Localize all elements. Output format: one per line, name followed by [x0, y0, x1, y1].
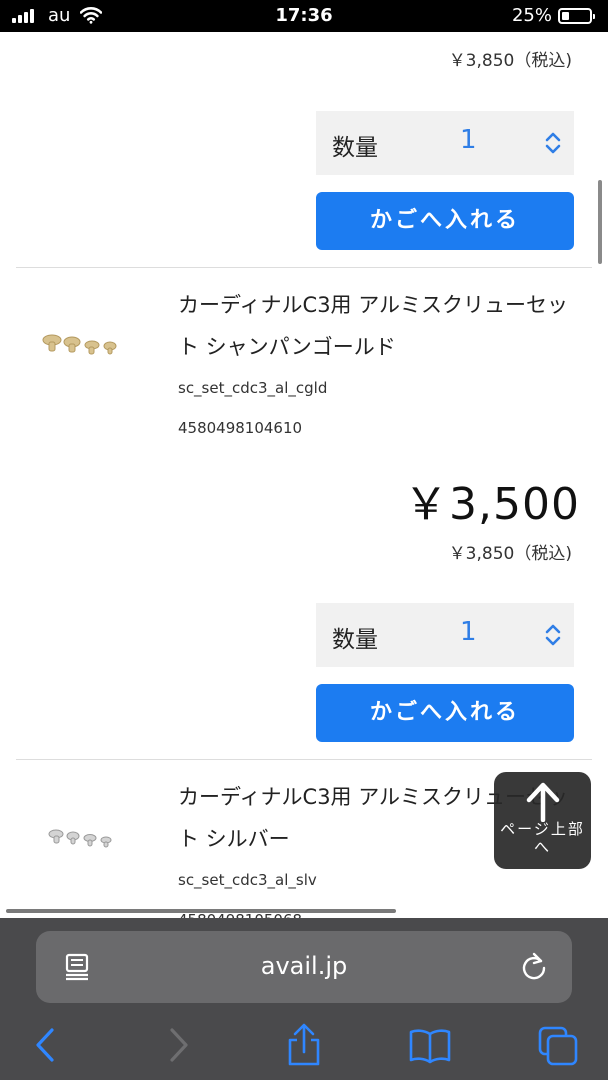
quantity-value: 1 — [460, 617, 477, 647]
tabs-icon[interactable] — [536, 1022, 580, 1068]
product-tax-price: ￥3,850（税込) — [448, 544, 572, 564]
item-divider — [16, 759, 592, 760]
quantity-value: 1 — [460, 125, 477, 155]
previous-item-quantity-select[interactable]: 数量 1 — [316, 111, 574, 175]
back-chevron-icon[interactable] — [24, 1022, 68, 1068]
horizontal-scrollbar[interactable] — [6, 909, 396, 913]
product-list[interactable]: ￥3,850（税込) 数量 1 かごへ入れる カーディナルC3用 アルミスクリュ… — [0, 32, 608, 918]
vertical-scrollbar[interactable] — [598, 180, 602, 264]
bookmarks-icon[interactable] — [408, 1022, 452, 1068]
product-jan-code: 4580498104610 — [178, 419, 303, 437]
url-text: avail.jp — [260, 952, 348, 980]
arrow-up-icon — [526, 782, 560, 822]
quantity-label: 数量 — [332, 627, 378, 653]
status-bar: au 17:36 25% — [0, 0, 608, 32]
address-bar[interactable]: avail.jp — [36, 931, 572, 1003]
share-icon[interactable] — [282, 1022, 326, 1068]
page-top-button[interactable]: ページ上部へ — [494, 772, 591, 869]
product-sku: sc_set_cdc3_al_slv — [178, 871, 317, 889]
add-to-cart-button[interactable]: かごへ入れる — [316, 684, 574, 742]
item-divider — [16, 267, 592, 268]
product-sku: sc_set_cdc3_al_cgld — [178, 379, 328, 397]
forward-chevron-icon[interactable] — [156, 1022, 200, 1068]
reload-icon[interactable] — [520, 951, 548, 981]
quantity-label: 数量 — [332, 135, 378, 161]
page-top-label: ページ上部へ — [500, 820, 585, 856]
product-thumbnail-gold — [42, 334, 117, 355]
product-title[interactable]: カーディナルC3用 アルミスクリューセット シャンパンゴールド — [178, 284, 582, 368]
safari-toolbar: avail.jp — [0, 918, 608, 1080]
select-chevron-icon — [545, 624, 561, 646]
previous-item-add-to-cart-button[interactable]: かごへ入れる — [316, 192, 574, 250]
product-price: ￥3,500 — [404, 479, 580, 530]
product-thumbnail-silver — [48, 829, 112, 848]
battery-icon — [558, 8, 595, 24]
battery-percentage: 25% — [511, 5, 552, 26]
select-chevron-icon — [545, 132, 561, 154]
previous-item-tax-price: ￥3,850（税込) — [448, 51, 572, 71]
product-quantity-select[interactable]: 数量 1 — [316, 603, 574, 667]
